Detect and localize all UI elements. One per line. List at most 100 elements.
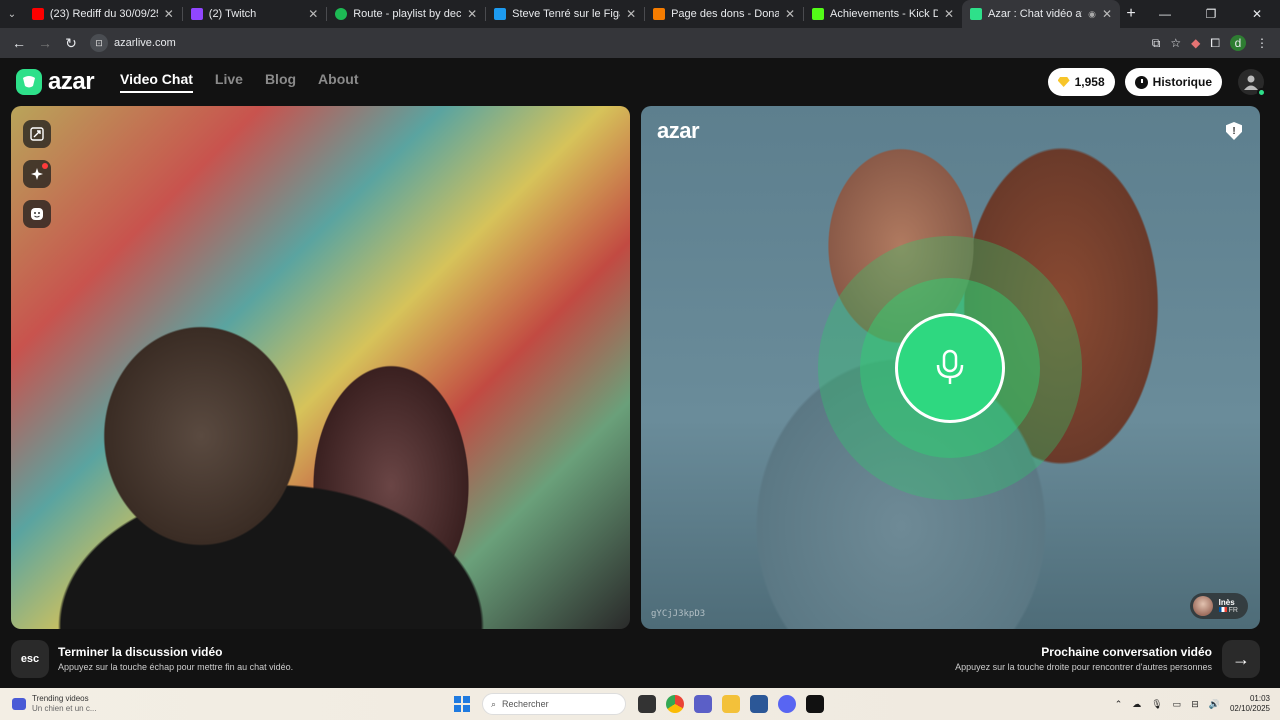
nav-video-chat[interactable]: Video Chat xyxy=(120,71,193,93)
tab-spotify[interactable]: Route - playlist by decoy | Spoti ✕ xyxy=(327,0,485,28)
volume-icon[interactable]: 🔊 xyxy=(1209,699,1220,710)
nav-blog[interactable]: Blog xyxy=(265,71,296,93)
search-icon: ⌕ xyxy=(491,698,497,709)
tab-search-button[interactable]: ⌄ xyxy=(0,0,24,28)
tab-figaro[interactable]: Steve Tenré sur le Figaro ✕ xyxy=(486,0,644,28)
teams-icon[interactable] xyxy=(694,695,712,713)
close-icon[interactable]: ✕ xyxy=(626,7,636,21)
partner-video-panel: azar ! gYCjJ3kpD3 Inès FR xyxy=(641,106,1260,629)
cast-icon[interactable]: ⧉ xyxy=(1152,36,1161,51)
widgets-button[interactable]: Trending videos Un chien et un c... xyxy=(0,694,440,714)
minimize-button[interactable]: — xyxy=(1142,7,1188,21)
tab-azar[interactable]: Azar : Chat vidéo avec de n ◉ ✕ xyxy=(962,0,1120,28)
tab-youtube[interactable]: (23) Rediff du 30/09/25 - Un co ✕ xyxy=(24,0,182,28)
close-icon[interactable]: ✕ xyxy=(308,7,318,21)
azar-watermark: azar xyxy=(657,118,700,143)
extension-icon[interactable]: ◆ xyxy=(1191,36,1200,50)
partner-country: FR xyxy=(1218,607,1238,614)
search-placeholder: Rechercher xyxy=(502,699,549,709)
close-icon[interactable]: ✕ xyxy=(944,7,954,21)
discord-icon[interactable] xyxy=(778,695,796,713)
video-widget-icon xyxy=(12,698,26,710)
url-text[interactable]: azarlive.com xyxy=(114,37,176,49)
face-filter-button[interactable] xyxy=(23,200,51,228)
effects-button[interactable] xyxy=(23,160,51,188)
user-avatar[interactable] xyxy=(1238,69,1266,97)
microphone-icon xyxy=(936,349,964,384)
next-chat-hint: Appuyez sur la touche droite pour rencon… xyxy=(955,662,1212,672)
main-nav: Video Chat Live Blog About xyxy=(120,71,358,93)
tab-title: Steve Tenré sur le Figaro xyxy=(512,8,620,20)
taskbar-search[interactable]: ⌕ Rechercher xyxy=(482,693,626,715)
azar-logo[interactable]: azar xyxy=(16,68,95,96)
start-button[interactable] xyxy=(454,696,470,712)
tab-kick[interactable]: Achievements - Kick Dashboard ✕ xyxy=(804,0,962,28)
menu-kebab-icon[interactable]: ⋮ xyxy=(1256,36,1268,50)
chevron-up-icon[interactable]: ⌃ xyxy=(1115,699,1123,710)
display-icon[interactable]: ▭ xyxy=(1173,699,1182,710)
tab-title: Achievements - Kick Dashboard xyxy=(830,8,938,20)
task-view-icon[interactable] xyxy=(638,695,656,713)
mic-tray-icon[interactable]: 🎙 xyxy=(1151,699,1162,710)
bookmark-star-icon[interactable]: ☆ xyxy=(1170,36,1181,50)
arrow-right-icon: → xyxy=(1232,648,1250,669)
online-status-dot xyxy=(1257,88,1266,97)
france-flag-icon xyxy=(1218,607,1227,612)
browser-tabbar: ⌄ (23) Rediff du 30/09/25 - Un co ✕ (2) … xyxy=(0,0,1280,28)
url-field[interactable]: ⊡ azarlive.com xyxy=(90,34,176,52)
new-tab-button[interactable]: + xyxy=(1120,5,1142,23)
widget-subtitle: Un chien et un c... xyxy=(32,704,97,713)
end-chat-button[interactable]: esc xyxy=(11,640,49,678)
logo-text: azar xyxy=(48,68,95,95)
address-bar: ← → ↻ ⊡ azarlive.com ⧉ ☆ ◆ ⧠ d ⋮ xyxy=(0,28,1280,58)
forward-button[interactable]: → xyxy=(32,30,58,56)
clock-time: 01:03 xyxy=(1249,694,1270,703)
next-chat-title: Prochaine conversation vidéo xyxy=(1041,645,1212,659)
partner-profile-badge[interactable]: Inès FR xyxy=(1189,593,1248,619)
close-icon[interactable]: ✕ xyxy=(1102,7,1112,21)
chrome-icon[interactable] xyxy=(666,695,684,713)
site-info-icon[interactable]: ⊡ xyxy=(90,34,108,52)
next-chat-button[interactable]: → xyxy=(1222,640,1260,678)
onedrive-icon[interactable]: ☁ xyxy=(1132,699,1141,710)
kick-app-icon[interactable] xyxy=(806,695,824,713)
gem-icon xyxy=(1057,77,1070,87)
twitch-icon xyxy=(190,8,203,20)
windows-taskbar: Trending videos Un chien et un c... ⌕ Re… xyxy=(0,688,1280,720)
tab-title: (2) Twitch xyxy=(208,8,257,20)
kick-icon xyxy=(812,8,824,20)
clock-date: 02/10/2025 xyxy=(1229,704,1270,713)
profile-avatar[interactable]: d xyxy=(1230,35,1246,51)
close-icon[interactable]: ✕ xyxy=(785,7,795,21)
report-shield-icon[interactable]: ! xyxy=(1226,122,1242,140)
notification-dot xyxy=(42,163,48,169)
gems-button[interactable]: 1,958 xyxy=(1047,68,1115,96)
store-icon[interactable] xyxy=(750,695,768,713)
nav-live[interactable]: Live xyxy=(215,71,243,93)
history-button[interactable]: Historique xyxy=(1124,68,1222,96)
end-chat-title: Terminer la discussion vidéo xyxy=(58,645,223,659)
extensions-puzzle-icon[interactable]: ⧠ xyxy=(1210,36,1220,51)
window-close-button[interactable]: ✕ xyxy=(1234,7,1280,21)
tab-donationalerts[interactable]: Page des dons - DonationAlerts ✕ xyxy=(645,0,803,28)
nav-about[interactable]: About xyxy=(318,71,358,93)
clock[interactable]: 01:03 02/10/2025 xyxy=(1230,694,1270,714)
partner-avatar xyxy=(1192,596,1213,616)
network-icon[interactable]: ⊟ xyxy=(1191,699,1199,710)
face-icon xyxy=(31,208,43,220)
file-explorer-icon[interactable] xyxy=(722,695,740,713)
swap-camera-button[interactable] xyxy=(23,120,51,148)
reload-button[interactable]: ↻ xyxy=(58,30,84,56)
site-header: azar Video Chat Live Blog About 1,958 Hi… xyxy=(0,58,1280,106)
recording-icon: ◉ xyxy=(1088,8,1096,19)
tab-twitch[interactable]: (2) Twitch ✕ xyxy=(183,0,327,28)
video-tools xyxy=(23,120,51,228)
gems-count: 1,958 xyxy=(1074,75,1105,89)
maximize-button[interactable]: ❐ xyxy=(1188,7,1234,21)
microphone-button[interactable] xyxy=(895,313,1005,423)
close-icon[interactable]: ✕ xyxy=(164,7,174,21)
expand-icon xyxy=(30,127,44,141)
close-icon[interactable]: ✕ xyxy=(467,7,477,21)
azar-icon xyxy=(970,8,982,20)
back-button[interactable]: ← xyxy=(6,30,32,56)
